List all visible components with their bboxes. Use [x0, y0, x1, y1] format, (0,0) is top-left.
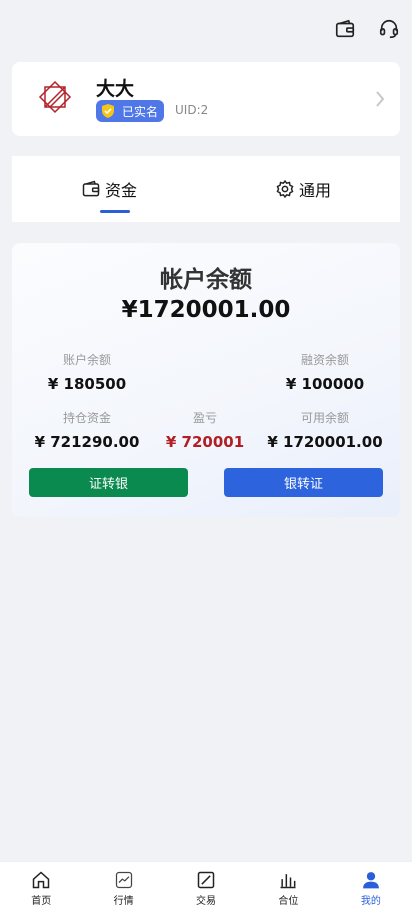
profit-loss-cell: 盈亏 ¥ 720001 — [140, 409, 270, 451]
profile-card[interactable]: 大大 已实名 UID:2 — [12, 62, 400, 136]
nav-item-position[interactable]: 合位 — [247, 862, 329, 915]
user-name: 大大 — [96, 78, 135, 100]
tab-general[interactable]: 通用 — [206, 156, 400, 222]
tab-funds-label: 资金 — [104, 181, 137, 200]
account-balance-value: ¥ 180500 — [47, 375, 127, 393]
shield-check-icon — [102, 104, 114, 118]
user-uid: UID:2 — [175, 103, 209, 117]
available-balance-value: ¥ 1720001.00 — [267, 433, 383, 451]
fund-title: 帐户余额 — [160, 267, 252, 293]
wallet-icon[interactable] — [334, 18, 356, 40]
position-funds-value: ¥ 721290.00 — [34, 433, 140, 451]
profit-loss-value: ¥ 720001 — [165, 433, 245, 451]
tab-general-label: 通用 — [298, 181, 331, 200]
customer-service-headset-icon[interactable] — [378, 18, 400, 40]
tab-bar: 资金 通用 — [12, 156, 400, 222]
nav-trade-label: 交易 — [196, 896, 217, 907]
available-balance-label: 可用余额 — [300, 411, 349, 425]
nav-item-market[interactable]: 行情 — [82, 862, 164, 915]
top-toolbar — [334, 18, 400, 40]
margin-balance-cell: 融资余额 ¥ 100000 — [260, 351, 390, 393]
nav-market-label: 行情 — [113, 896, 134, 907]
user-icon — [362, 872, 379, 889]
home-icon — [32, 871, 50, 889]
nav-item-home[interactable]: 首页 — [0, 862, 82, 915]
trade-icon — [197, 871, 215, 889]
tab-funds[interactable]: 资金 — [12, 156, 206, 222]
verified-badge: 已实名 — [96, 100, 165, 122]
available-balance-cell: 可用余额 ¥ 1720001.00 — [260, 409, 390, 451]
fund-total: ¥1720001.00 — [121, 297, 291, 323]
nav-position-label: 合位 — [278, 896, 299, 907]
position-funds-cell: 持仓资金 ¥ 721290.00 — [22, 409, 152, 451]
avatar — [38, 80, 72, 114]
profit-loss-label: 盈亏 — [192, 411, 217, 425]
margin-balance-label: 融资余额 — [300, 353, 349, 367]
nav-item-mine[interactable]: 我的 — [330, 862, 412, 915]
margin-balance-value: ¥ 100000 — [285, 375, 365, 393]
nav-item-trade[interactable]: 交易 — [165, 862, 247, 915]
fund-card: 帐户余额 ¥1720001.00 账户余额 ¥ 180500 融资余额 ¥ 10… — [12, 243, 400, 517]
bottom-nav: 首页 行情 交易 合位 我的 — [0, 861, 412, 915]
account-balance-label: 账户余额 — [62, 353, 111, 367]
chevron-right-icon — [376, 91, 385, 107]
account-balance-cell: 账户余额 ¥ 180500 — [22, 351, 152, 393]
securities-to-bank-button[interactable]: 证转银 — [29, 468, 188, 497]
active-tab-indicator — [100, 210, 130, 213]
nav-home-label: 首页 — [31, 896, 52, 907]
position-funds-label: 持仓资金 — [62, 411, 111, 425]
position-bar-icon — [280, 874, 296, 889]
bank-to-securities-button[interactable]: 银转证 — [224, 468, 383, 497]
wallet-icon — [82, 180, 100, 197]
market-chart-icon — [115, 871, 132, 889]
gear-icon — [276, 179, 294, 199]
nav-mine-label: 我的 — [360, 896, 381, 907]
verified-label: 已实名 — [122, 104, 159, 119]
